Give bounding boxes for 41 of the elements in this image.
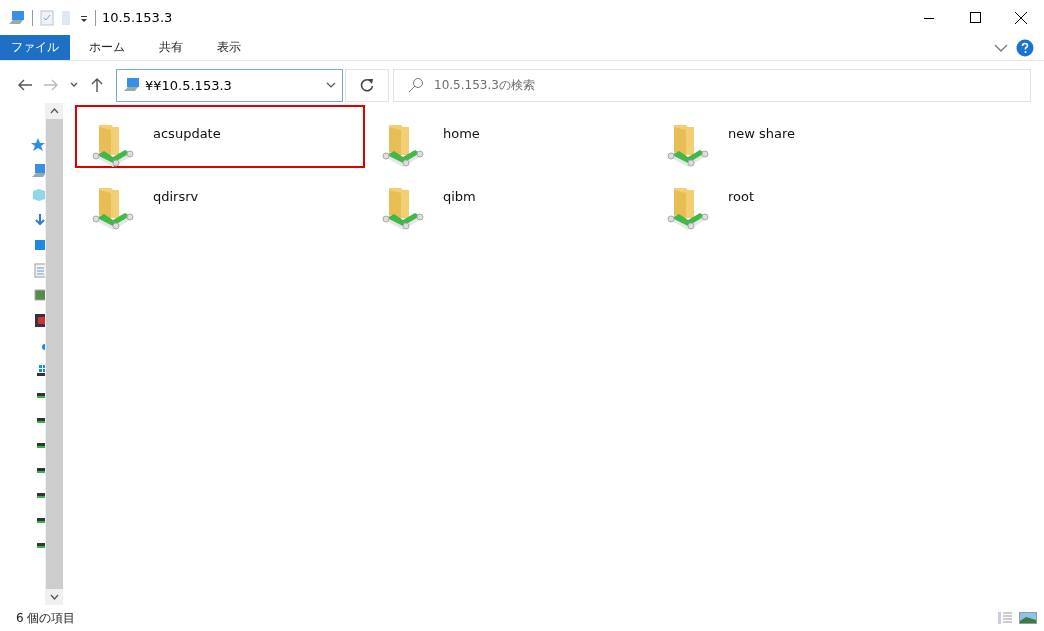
network-share-item[interactable]: acsupdate: [75, 105, 365, 168]
computer-icon[interactable]: [31, 163, 45, 178]
large-icons-view-icon: [1019, 611, 1037, 625]
close-icon: [1015, 11, 1027, 24]
scroll-up-icon[interactable]: [49, 108, 59, 114]
ribbon-tab[interactable]: 共有: [144, 35, 198, 60]
item-count: 6 個の項目: [16, 609, 76, 627]
ribbon-tab[interactable]: ファイル: [0, 35, 70, 60]
network-share-item[interactable]: qdirsrv: [75, 168, 365, 231]
item-name: root: [728, 188, 755, 204]
item-name: qibm: [443, 188, 476, 204]
address-bar[interactable]: ¥¥10.5.153.3: [116, 68, 343, 102]
item-name: acsupdate: [153, 125, 221, 141]
star-icon[interactable]: [31, 138, 45, 153]
computer-icon: [123, 77, 141, 93]
maximize-icon: [969, 12, 981, 23]
up-arrow-icon: [91, 77, 103, 93]
refresh-icon: [360, 78, 374, 92]
refresh-button[interactable]: [345, 68, 389, 102]
network-share-item[interactable]: home: [365, 105, 650, 168]
forward-arrow-icon: [43, 79, 59, 91]
large-icons-view-button[interactable]: [1016, 609, 1040, 627]
ribbon-tab[interactable]: 表示: [202, 35, 256, 60]
help-icon[interactable]: [1016, 38, 1034, 57]
network-share-item[interactable]: new share: [650, 105, 935, 168]
network-share-item[interactable]: root: [650, 168, 935, 231]
expand-ribbon-icon[interactable]: [994, 42, 1008, 53]
scroll-down-icon[interactable]: [49, 594, 59, 600]
ribbon-tab[interactable]: ホーム: [74, 35, 140, 60]
item-name: new share: [728, 125, 796, 141]
search-icon: [408, 77, 424, 93]
computer-icon[interactable]: [8, 9, 26, 26]
chevron-down-icon: [70, 82, 78, 88]
chevron-down-icon[interactable]: [326, 82, 336, 88]
search-box[interactable]: 10.5.153.3の検索: [393, 68, 1031, 102]
window-title: 10.5.153.3: [102, 10, 173, 25]
item-name: qdirsrv: [153, 188, 199, 204]
back-arrow-icon: [17, 79, 33, 91]
details-view-icon: [997, 611, 1013, 625]
network-share-item[interactable]: qibm: [365, 168, 650, 231]
item-name: home: [443, 125, 480, 141]
